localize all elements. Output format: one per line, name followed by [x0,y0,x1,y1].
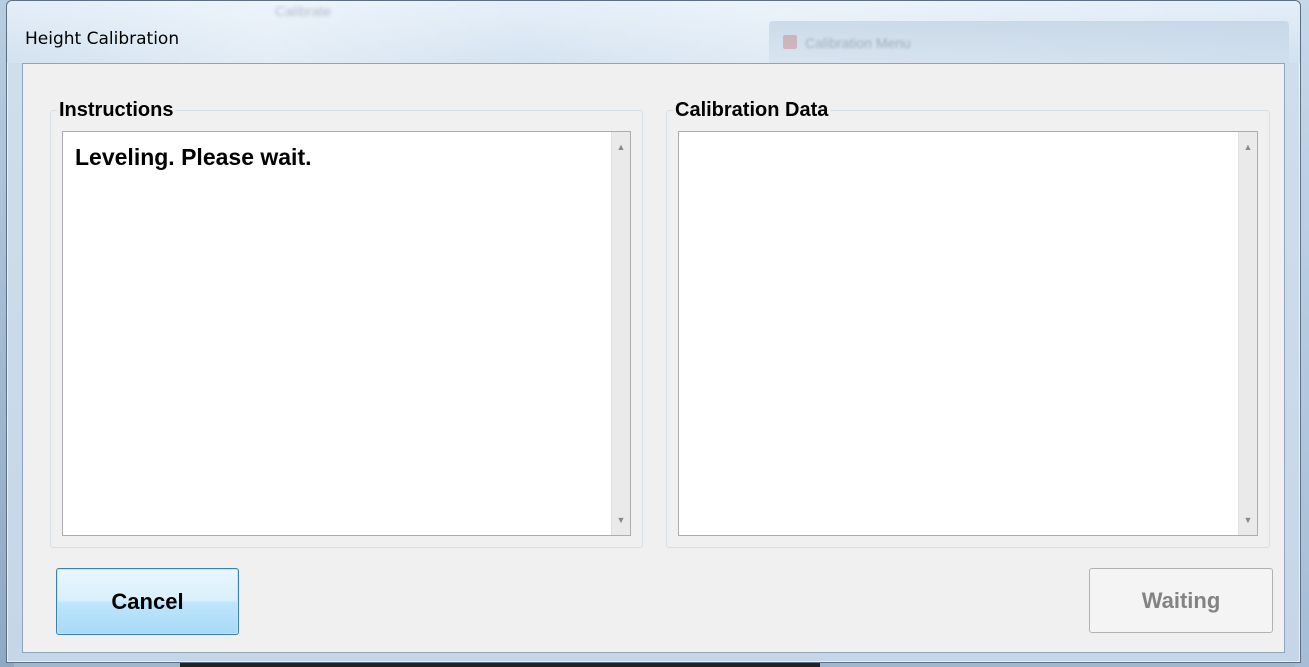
cancel-button[interactable]: Cancel [56,568,239,635]
scroll-down-arrow-icon[interactable]: ▼ [612,511,630,529]
dialog-client-area: Instructions Leveling. Please wait. ▲ ▼ … [22,63,1285,653]
scroll-down-arrow-icon[interactable]: ▼ [1239,511,1257,529]
window-title: Height Calibration [25,29,180,49]
background-tab-label: Calibration Menu [805,35,911,51]
background-window-tab: Calibration Menu [769,21,1289,63]
scroll-up-arrow-icon[interactable]: ▲ [1239,138,1257,156]
calibration-data-textbox[interactable]: ▲ ▼ [678,131,1258,536]
calibration-data-group: Calibration Data ▲ ▼ [666,99,1270,548]
calibration-data-group-label: Calibration Data [673,99,831,121]
background-app-icon [783,35,797,49]
instructions-text: Leveling. Please wait. [75,144,312,170]
instructions-scrollbar[interactable]: ▲ ▼ [611,132,630,535]
background-window-hint: Calibrate [275,3,332,19]
calibration-data-scrollbar[interactable]: ▲ ▼ [1238,132,1257,535]
waiting-button[interactable]: Waiting [1089,568,1273,633]
height-calibration-dialog: Calibrate Calibration Menu Height Calibr… [6,0,1301,663]
instructions-textbox[interactable]: Leveling. Please wait. ▲ ▼ [62,131,631,536]
instructions-group: Instructions Leveling. Please wait. ▲ ▼ [50,99,643,548]
title-bar[interactable]: Calibrate Calibration Menu Height Calibr… [7,1,1300,63]
scroll-up-arrow-icon[interactable]: ▲ [612,138,630,156]
instructions-group-label: Instructions [57,99,176,121]
